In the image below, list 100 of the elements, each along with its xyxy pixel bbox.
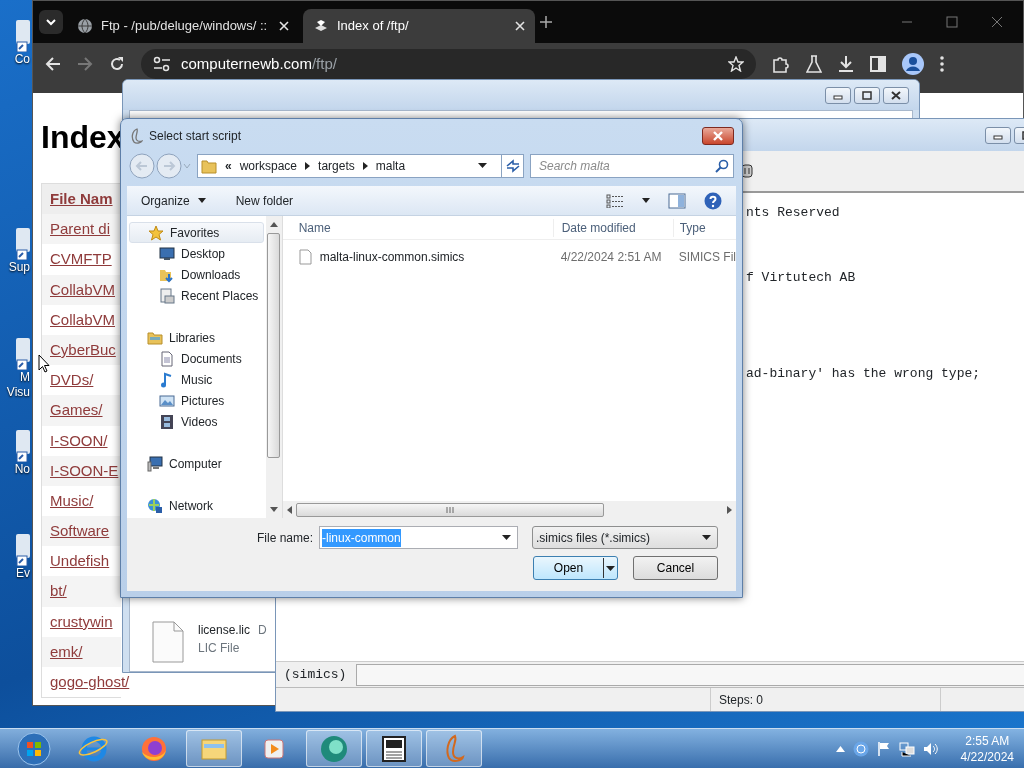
open-button[interactable]: Open (533, 556, 618, 580)
chevron-right-icon[interactable] (362, 162, 368, 170)
chevron-right-icon[interactable] (305, 162, 311, 170)
console-line: nts Reserved (746, 205, 841, 221)
folder-link[interactable]: Music/ (50, 491, 94, 509)
scrollbar[interactable] (265, 216, 282, 518)
monitor-icon (159, 245, 175, 262)
show-hidden-icons-icon[interactable] (835, 745, 845, 752)
path-segment[interactable]: targets (318, 157, 355, 175)
nav-item[interactable]: Music (129, 369, 264, 390)
folder-link[interactable]: Undefish (50, 552, 110, 570)
folder-link[interactable]: CVMFTP (50, 250, 112, 268)
close-button[interactable] (702, 127, 734, 145)
icon-label[interactable]: Co (14, 52, 30, 67)
file-row[interactable]: malta-linux-common.simics 4/22/2024 2:51 AM SIMICS Fil (282, 245, 736, 269)
menu-icon[interactable] (940, 56, 944, 72)
file-name[interactable]: license.lic (198, 621, 251, 639)
minimize-button[interactable] (825, 86, 851, 104)
help-icon[interactable] (704, 191, 722, 210)
path-segment[interactable]: workspace (239, 157, 298, 175)
column-header[interactable]: File Nam (42, 184, 121, 215)
side-panel-icon[interactable] (870, 56, 886, 72)
search-icon (715, 159, 729, 173)
network-icon[interactable] (898, 740, 915, 757)
folder-link[interactable]: crustywin (50, 612, 113, 630)
puzzle-icon[interactable] (772, 55, 790, 73)
icon-label[interactable]: No (14, 462, 30, 477)
icon-label[interactable]: Sup (8, 260, 30, 275)
view-options-icon[interactable] (606, 193, 624, 208)
caret-icon[interactable] (642, 198, 650, 203)
back-icon[interactable] (45, 56, 61, 72)
app-logo-icon (129, 128, 143, 144)
grip-icon (445, 506, 454, 513)
nav-item[interactable]: Downloads (129, 264, 264, 285)
folder-link[interactable]: CollabVM (50, 310, 116, 328)
nav-item[interactable]: Desktop (129, 243, 264, 264)
close-icon (889, 89, 903, 101)
file-column-text: D (258, 622, 267, 639)
flag-icon[interactable] (876, 740, 891, 757)
column-header[interactable]: Name (282, 218, 553, 237)
nav-item[interactable]: Libraries (129, 327, 264, 348)
globe-icon (147, 497, 163, 514)
caret-icon[interactable] (478, 163, 487, 169)
toolbar-button[interactable]: New folder (235, 191, 294, 210)
nav-item[interactable]: Documents (129, 348, 264, 369)
caret-icon (502, 535, 512, 540)
nav-item[interactable]: Network (129, 495, 264, 516)
file-type-dropdown[interactable]: .simics files (*.simics) (532, 526, 719, 549)
close-button[interactable] (883, 86, 909, 104)
overflow-chevrons[interactable]: « (225, 157, 232, 175)
caret-icon (702, 535, 712, 540)
film-icon (159, 413, 175, 430)
star-icon[interactable] (728, 56, 744, 72)
scrollbar[interactable] (282, 501, 736, 518)
download-icon[interactable] (838, 55, 854, 73)
command-field[interactable] (356, 663, 1024, 686)
tray-app-icon[interactable] (852, 740, 869, 757)
icon-label[interactable]: Ev (16, 566, 30, 581)
maximize-icon (860, 89, 874, 101)
toolbar-button[interactable]: Organize (141, 191, 206, 210)
tab-search-button[interactable] (39, 10, 63, 34)
shortcut-icon (14, 226, 30, 260)
minimize-button[interactable] (985, 126, 1011, 144)
taskbar-button[interactable] (366, 730, 422, 767)
path-segment[interactable]: malta (375, 157, 406, 175)
reload-icon[interactable] (109, 56, 125, 72)
maximize-button[interactable] (854, 86, 880, 104)
clock[interactable]: 2:55 AM 4/22/2024 (960, 732, 1014, 765)
nav-item[interactable]: Favorites (129, 222, 264, 243)
address-bar[interactable]: computernewb.com/ftp/ (141, 49, 756, 79)
maximize-icon[interactable] (946, 16, 958, 28)
cancel-button[interactable]: Cancel (633, 556, 718, 580)
icon-label[interactable]: M (20, 370, 30, 385)
profile-avatar-icon[interactable] (902, 53, 924, 75)
folder-link[interactable]: gogo-ghost/ (50, 673, 130, 690)
field-label: File name: (257, 529, 314, 547)
folder-link[interactable]: I-SOON/ (50, 431, 108, 449)
document-icon (159, 350, 175, 367)
file-type: LIC File (198, 640, 241, 657)
browser-tab[interactable]: Ftp - /pub/deluge/windows/ :: (67, 9, 299, 43)
file-icon (152, 621, 184, 663)
icon-label[interactable]: Visu (6, 385, 30, 400)
search-field[interactable]: Search malta (530, 154, 734, 178)
scroll-right-icon (727, 505, 732, 514)
folder-link[interactable]: DVDs/ (50, 371, 94, 389)
flask-icon[interactable] (806, 55, 822, 73)
nav-item[interactable]: Videos (129, 411, 264, 432)
forward-icon[interactable] (77, 56, 93, 72)
nav-item[interactable]: Computer (129, 453, 264, 474)
folder-link[interactable]: bt/ (50, 582, 67, 600)
new-tab-icon[interactable] (539, 15, 553, 29)
nav-item[interactable]: Recent Places (129, 285, 264, 306)
nav-item[interactable]: Pictures (129, 390, 264, 411)
browser-tab[interactable]: Index of /ftp/ (303, 9, 535, 43)
path-bar[interactable]: « workspace targets malta (197, 154, 524, 178)
scroll-down-icon (269, 507, 278, 512)
refresh-icon[interactable] (504, 159, 521, 173)
site-info-icon[interactable] (153, 56, 171, 72)
column-header[interactable]: Date modified (552, 218, 673, 237)
column-header[interactable]: Type (672, 218, 736, 237)
